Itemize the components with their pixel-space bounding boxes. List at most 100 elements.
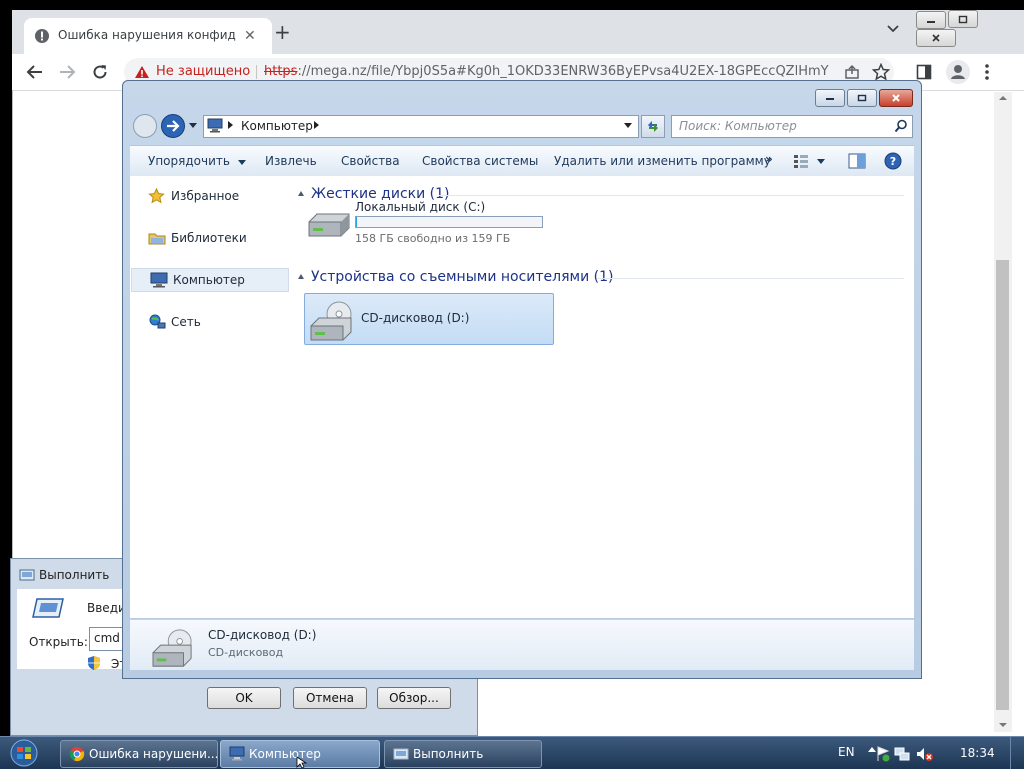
minimize-button[interactable] [916, 10, 946, 29]
browser-window-controls [916, 10, 1020, 47]
not-secure-label[interactable]: Не защищено [156, 64, 250, 79]
close-button[interactable] [916, 28, 956, 47]
menu-kebab-icon[interactable] [984, 63, 990, 81]
clock[interactable]: 18:34 [960, 746, 995, 760]
nav-item-libraries[interactable]: Библиотеки [130, 227, 288, 249]
explorer-maximize-button[interactable] [847, 89, 877, 107]
navigation-pane: Избранное Библиотеки Компьютер Сеть [130, 176, 290, 618]
reload-icon[interactable] [91, 63, 109, 81]
properties-button[interactable]: Свойства [341, 154, 400, 168]
side-panel-icon[interactable] [916, 64, 932, 80]
group-collapse-icon[interactable] [298, 191, 304, 196]
run-title-icon [19, 568, 35, 582]
refresh-button[interactable] [641, 115, 665, 138]
svg-text:?: ? [890, 155, 896, 168]
back-button[interactable] [132, 113, 158, 139]
search-input[interactable]: Поиск: Компьютер [671, 115, 913, 138]
restore-button[interactable] [948, 10, 978, 28]
uninstall-program-button[interactable]: Удалить или изменить программу [554, 154, 771, 168]
organize-button[interactable]: Упорядочить [148, 154, 246, 168]
nav-label-computer: Компьютер [173, 273, 245, 287]
ok-button[interactable]: OK [207, 687, 281, 709]
back-icon[interactable] [26, 64, 44, 80]
details-pane: CD-дисковод (D:) CD-дисковод [130, 619, 914, 670]
search-icon[interactable] [894, 119, 908, 133]
open-input-value: cmd [94, 631, 120, 645]
explorer-minimize-button[interactable] [815, 89, 845, 107]
taskbar-item-chrome[interactable]: Ошибка нарушени... [60, 740, 218, 768]
tab-search-icon[interactable] [886, 24, 900, 34]
cancel-button[interactable]: Отмена [293, 687, 367, 709]
cd-drive-icon [148, 628, 198, 668]
action-center-icon[interactable] [876, 746, 890, 762]
computer-icon [150, 272, 168, 288]
scroll-up-icon[interactable] [998, 95, 1008, 101]
url-scheme: https [264, 64, 298, 79]
system-properties-button[interactable]: Свойства системы [422, 154, 538, 168]
network-tray-icon[interactable] [894, 746, 910, 762]
libraries-icon [148, 230, 166, 246]
command-bar: Упорядочить Извлечь Свойства Свойства си… [130, 145, 914, 177]
taskbar-label: Компьютер [249, 747, 321, 761]
volume-muted-icon[interactable] [916, 746, 934, 762]
drive-tile-c[interactable]: Локальный диск (C:) 158 ГБ свободно из 1… [299, 200, 549, 252]
address-dropdown-icon[interactable] [624, 123, 632, 128]
forward-button[interactable] [160, 113, 186, 139]
tab-title: Ошибка нарушения конфиденциальности [58, 28, 236, 42]
forward-icon[interactable] [58, 64, 76, 80]
new-tab-button[interactable]: + [274, 22, 291, 42]
eject-button[interactable]: Извлечь [265, 154, 317, 168]
nav-label-libraries: Библиотеки [171, 231, 247, 245]
chrome-icon [69, 746, 85, 762]
browser-tab[interactable]: Ошибка нарушения конфиденциальности ✕ [24, 18, 272, 54]
language-indicator[interactable]: EN [838, 745, 855, 759]
breadcrumb-arrow-icon[interactable] [228, 121, 233, 129]
taskbar-label: Выполнить [413, 747, 484, 761]
nav-item-computer[interactable]: Компьютер [131, 268, 289, 292]
taskbar: Ошибка нарушени... Компьютер Выполнить E… [0, 736, 1024, 769]
tab-strip: Ошибка нарушения конфиденциальности ✕ + [12, 10, 1024, 54]
browse-button[interactable]: Обзор... [377, 687, 451, 709]
explorer-close-button[interactable] [879, 89, 913, 107]
taskbar-item-run[interactable]: Выполнить [384, 740, 542, 768]
hard-drive-icon [305, 208, 353, 240]
profile-avatar[interactable] [946, 60, 970, 84]
share-icon[interactable] [844, 64, 860, 80]
show-desktop-button[interactable] [1010, 737, 1024, 769]
run-icon [393, 747, 409, 761]
preview-pane-icon[interactable] [848, 153, 866, 169]
breadcrumb-computer[interactable]: Компьютер [241, 119, 313, 133]
scroll-down-icon[interactable] [998, 722, 1008, 728]
start-button[interactable] [4, 739, 44, 767]
nav-item-favorites[interactable]: Избранное [130, 185, 288, 207]
drive-c-name: Локальный диск (C:) [355, 200, 486, 214]
drive-tile-d[interactable]: CD-дисковод (D:) [304, 293, 554, 345]
open-label: Открыть: [29, 635, 88, 649]
page-scrollbar[interactable] [994, 92, 1012, 732]
more-commands-button[interactable]: » [765, 152, 773, 166]
help-icon[interactable]: ? [884, 152, 902, 170]
search-placeholder: Поиск: Компьютер [679, 119, 797, 133]
group-collapse-icon[interactable] [298, 274, 304, 279]
details-type: CD-дисковод [208, 646, 284, 659]
tray-expand-icon[interactable] [868, 746, 876, 752]
warning-icon[interactable] [134, 65, 150, 79]
url-rest: ://mega.nz/file/Ybpj0S5a#Kg0h_1OKD33ENRW… [297, 64, 829, 79]
scroll-thumb[interactable] [996, 260, 1009, 710]
breadcrumb-arrow-icon[interactable] [314, 121, 319, 129]
url-text[interactable]: https://mega.nz/file/Ybpj0S5a#Kg0h_1OKD3… [264, 64, 829, 79]
view-options-icon[interactable] [793, 153, 827, 169]
details-name: CD-дисковод (D:) [208, 628, 317, 642]
address-bar[interactable]: Компьютер [203, 115, 639, 138]
group-header-removable[interactable]: Устройства со съемными носителями (1) [311, 269, 613, 285]
nav-item-network[interactable]: Сеть [130, 311, 288, 333]
history-dropdown-icon[interactable] [189, 123, 197, 128]
cd-drive-icon [307, 300, 357, 342]
run-program-icon [31, 597, 65, 619]
explorer-window: Компьютер Поиск: Компьютер Упорядочить И… [122, 80, 922, 679]
tab-close-icon[interactable]: ✕ [244, 28, 256, 44]
run-title: Выполнить [39, 568, 110, 582]
bookmark-star-icon[interactable] [872, 63, 890, 81]
content-pane: Жесткие диски (1) Локальный диск (C:) 15… [289, 176, 914, 618]
nav-label-network: Сеть [171, 315, 201, 329]
